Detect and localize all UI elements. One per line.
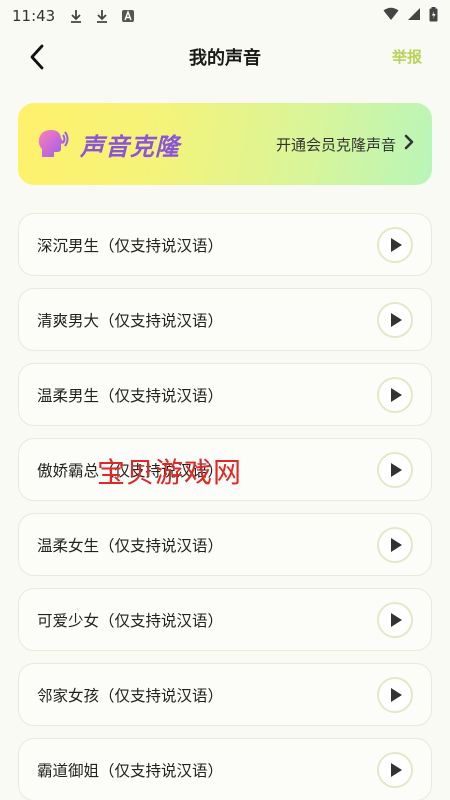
voice-name: 温柔男生（仅支持说汉语） — [37, 386, 224, 405]
play-button[interactable] — [377, 226, 413, 263]
voice-name: 温柔女生（仅支持说汉语） — [37, 536, 224, 555]
play-icon — [391, 687, 402, 702]
voice-item[interactable]: 清爽男大（仅支持说汉语） — [18, 288, 432, 351]
voice-item[interactable]: 温柔女生（仅支持说汉语） — [18, 513, 432, 576]
download-icon — [95, 9, 109, 23]
banner-cta-label: 开通会员克隆声音 — [275, 135, 396, 154]
voice-item[interactable]: 深沉男生（仅支持说汉语） — [18, 213, 432, 276]
voice-name: 清爽男大（仅支持说汉语） — [37, 311, 224, 330]
voice-item[interactable]: 傲娇霸总（仅支持说汉语） — [18, 438, 432, 501]
voice-name: 霸道御姐（仅支持说汉语） — [37, 761, 224, 780]
play-icon — [391, 762, 402, 777]
voice-name: 深沉男生（仅支持说汉语） — [37, 236, 224, 255]
play-button[interactable] — [377, 676, 413, 713]
play-button[interactable] — [377, 451, 413, 488]
signal-icon — [407, 7, 421, 25]
banner-cta[interactable]: 开通会员克隆声音 — [276, 134, 414, 155]
download-icon — [69, 9, 83, 23]
play-icon — [391, 237, 402, 252]
play-icon — [391, 312, 402, 327]
wifi-icon — [383, 7, 399, 25]
voice-clone-icon — [38, 130, 69, 157]
chevron-right-icon — [404, 134, 414, 155]
voice-item[interactable]: 邻家女孩（仅支持说汉语） — [18, 663, 432, 726]
voice-name: 邻家女孩（仅支持说汉语） — [37, 686, 224, 705]
play-button[interactable] — [377, 751, 413, 788]
voice-clone-banner[interactable]: 声音克隆 开通会员克隆声音 — [18, 103, 432, 185]
banner-title: 声音克隆 — [80, 132, 180, 161]
play-icon — [391, 537, 402, 552]
header: 我的声音 举报 — [0, 32, 450, 82]
play-button[interactable] — [377, 526, 413, 563]
play-button[interactable] — [377, 601, 413, 638]
voice-item[interactable]: 温柔男生（仅支持说汉语） — [18, 363, 432, 426]
status-bar: 11:43 — [0, 0, 450, 32]
report-button[interactable]: 举报 — [392, 46, 422, 67]
voice-item[interactable]: 霸道御姐（仅支持说汉语） — [18, 738, 432, 800]
chevron-left-icon — [30, 44, 44, 70]
app-a-icon — [121, 9, 135, 23]
page-title: 我的声音 — [189, 48, 261, 69]
battery-icon — [429, 6, 438, 26]
voice-list: 深沉男生（仅支持说汉语） 清爽男大（仅支持说汉语） 温柔男生（仅支持说汉语） 傲… — [18, 213, 432, 800]
play-button[interactable] — [377, 376, 413, 413]
voice-name: 可爱少女（仅支持说汉语） — [37, 611, 224, 630]
voice-name: 傲娇霸总（仅支持说汉语） — [37, 461, 224, 480]
status-right — [383, 6, 438, 26]
play-button[interactable] — [377, 301, 413, 338]
voice-item[interactable]: 可爱少女（仅支持说汉语） — [18, 588, 432, 651]
status-time: 11:43 — [12, 7, 56, 25]
play-icon — [391, 387, 402, 402]
play-icon — [391, 462, 402, 477]
play-icon — [391, 612, 402, 627]
back-button[interactable] — [22, 42, 52, 72]
